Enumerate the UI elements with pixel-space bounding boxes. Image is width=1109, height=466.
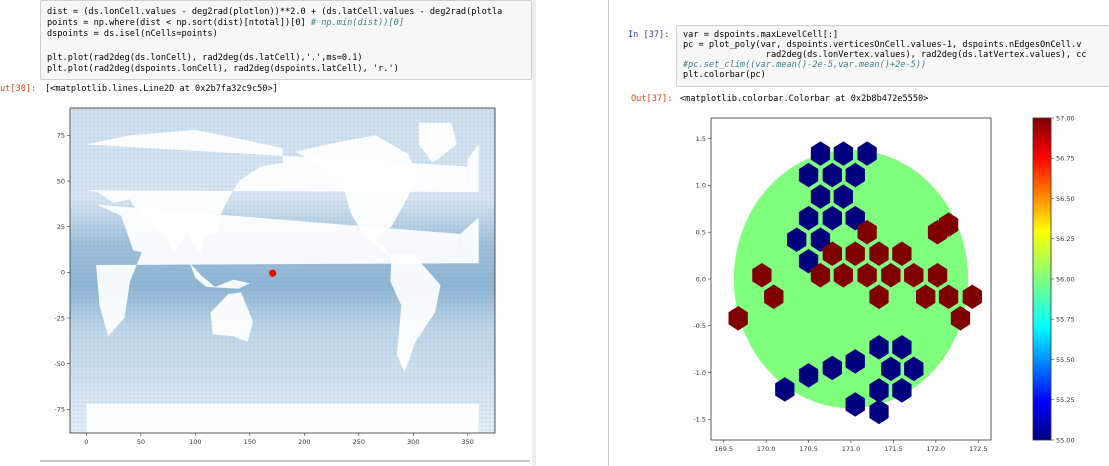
x-tick-label: 300 (407, 438, 419, 446)
code-line: plt.plot(rad2deg(dspoints.lonCell), rad2… (47, 64, 399, 74)
x-tick-label: 170.5 (799, 445, 818, 453)
code-cell-37[interactable]: var = dspoints.maxLevelCell[:] pc = plot… (676, 25, 1109, 87)
colorbar-tick-label: 55.50 (1056, 356, 1075, 364)
x-tick-label: 172.0 (927, 445, 946, 453)
x-tick-label: 200 (298, 438, 310, 446)
code-text: points = np.where(dist < np.sort(dist)[n… (47, 18, 311, 28)
x-tick-label: 100 (189, 438, 201, 446)
colorbar-tick-label: 56.00 (1056, 275, 1075, 283)
x-tick-label: 50 (137, 438, 145, 446)
code-line: plt.plot(rad2deg(ds.lonCell), rad2deg(ds… (47, 53, 363, 63)
y-tick-label: 50 (57, 177, 65, 185)
y-tick-label: 0.5 (696, 228, 706, 236)
x-tick-label: 172.5 (969, 445, 988, 453)
left-notebook-panel: dist = (ds.lonCell.values - deg2rad(plot… (0, 0, 532, 466)
code-line: dist = (ds.lonCell.values - deg2rad(plot… (47, 7, 503, 17)
x-tick-label: 150 (244, 438, 256, 446)
code-comment: # np.min(dist))[0] (310, 18, 405, 28)
colorbar-tick-label: 56.75 (1056, 155, 1075, 163)
x-tick-label: 350 (462, 438, 474, 446)
code-comment: #pc.set_clim((var.mean()-2e-5,var.mean()… (683, 60, 927, 70)
panel-left-border (608, 0, 609, 466)
x-tick-label: 250 (353, 438, 365, 446)
code-line: var = dspoints.maxLevelCell[:] (683, 30, 839, 40)
hex-plot-axes: 169.5 170.0 170.5 171.0 171.5 172.0 172.5 1.5 1.… (693, 114, 1074, 453)
y-tick-label: -1.0 (693, 369, 706, 377)
colorbar-tick-label: 56.25 (1056, 235, 1075, 243)
output-text: [<matplotlib.lines.Line2D at 0x2b7fa32c9… (45, 84, 278, 94)
scroll-divider (40, 460, 530, 462)
code-line: points = np.where(dist < np.sort(dist)[n… (47, 18, 404, 28)
y-tick-label: -75 (54, 406, 65, 414)
y-tick-label: -0.5 (693, 322, 706, 330)
code-line: plt.colorbar(pc) (683, 70, 766, 80)
y-tick-label: -50 (54, 360, 65, 368)
y-tick-label: 0 (61, 269, 65, 277)
x-tick-label: 171.0 (842, 445, 861, 453)
input-prompt: In [37]: (628, 30, 670, 40)
hex-polygon-plot: 169.5 170.0 170.5 171.0 171.5 172.0 172.5 1.5 1.… (693, 114, 1074, 453)
output-prompt: Out[37]: (631, 94, 673, 104)
code-cell-30[interactable]: dist = (ds.lonCell.values - deg2rad(plot… (40, 0, 532, 80)
world-scatter-plot: 0 50 100 150 200 250 300 3507550250-25-50-75 (54, 107, 496, 446)
y-tick-label: 0.0 (696, 275, 706, 283)
colorbar (1032, 117, 1052, 441)
y-tick-label: 75 (57, 132, 65, 140)
y-tick-label: -25 (54, 314, 65, 322)
colorbar-tick-label: 55.00 (1056, 436, 1075, 444)
colorbar-tick-label: 55.25 (1056, 396, 1075, 404)
colorbar-tick-label: 56.50 (1056, 195, 1075, 203)
output-text: <matplotlib.colorbar.Colorbar at 0x2b8b4… (680, 94, 929, 104)
code-line: rad2deg(ds.lonVertex.values), rad2deg(ds… (683, 50, 1087, 60)
selected-point (269, 269, 277, 277)
antarctica-landmass (86, 403, 479, 433)
colorbar-tick-label: 57.00 (1056, 114, 1075, 122)
y-tick-label: 1.5 (696, 135, 706, 143)
y-tick-label: 25 (57, 223, 65, 231)
code-line: pc = plot_poly(var, dspoints.verticesOnC… (683, 40, 1082, 50)
y-tick-label: 1.0 (696, 182, 706, 190)
x-tick-label: 0 (84, 438, 88, 446)
world-plot-axes: 0 50 100 150 200 250 300 3507550250-25-50-75 (54, 107, 496, 446)
colorbar-tick-label: 55.75 (1056, 316, 1075, 324)
x-tick-label: 171.5 (884, 445, 903, 453)
x-tick-label: 170.0 (757, 445, 776, 453)
code-line: dspoints = ds.isel(nCells=points) (47, 29, 218, 39)
output-prompt: ut[30]: (0, 84, 37, 94)
y-tick-label: -1.5 (693, 416, 706, 424)
x-tick-label: 169.5 (714, 445, 733, 453)
right-notebook-panel: In [37]: var = dspoints.maxLevelCell[:] … (536, 0, 1109, 466)
